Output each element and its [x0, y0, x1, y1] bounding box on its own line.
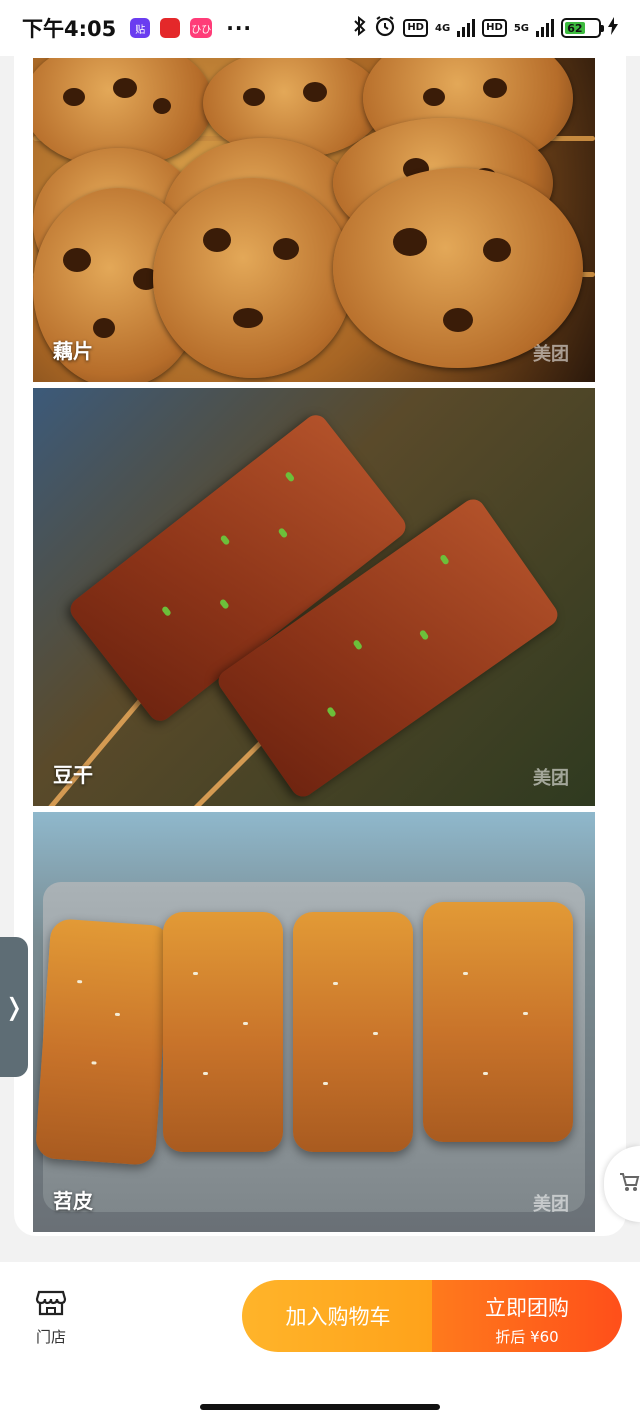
chevron-right-icon: ❭ — [3, 993, 25, 1021]
cart-icon — [618, 1171, 640, 1198]
roll-skewer — [34, 918, 172, 1166]
watermark: 美团 — [533, 1194, 569, 1215]
signal-icon — [457, 19, 476, 37]
network-type: 4G — [434, 22, 451, 34]
notification-app-icon: ひひ — [190, 18, 213, 38]
dish-label: 藕片 — [53, 339, 93, 363]
add-to-cart-button[interactable]: 加入购物车 — [242, 1280, 434, 1352]
discount-price: 折后 ¥60 — [495, 1328, 559, 1346]
dish-label: 豆干 — [53, 763, 93, 787]
hd-icon: HD — [403, 19, 428, 37]
detail-card: 藕片 美团 豆干 美团 苕皮 美团 — [14, 56, 626, 1236]
roll-skewer — [293, 912, 413, 1152]
bottom-action-bar: 门店 加入购物车 立即团购 折后 ¥60 — [0, 1262, 640, 1422]
roll-skewer — [163, 912, 283, 1152]
screen: 下午4:05 贴 ひひ ··· HD 4G HD 5G 62 藕片 美团 豆干 … — [0, 0, 640, 1422]
lotus-slice — [153, 178, 353, 378]
notification-app-icon: 贴 — [130, 18, 151, 38]
alarm-icon — [374, 15, 396, 41]
network-type: 5G — [513, 22, 529, 34]
expand-side-tab[interactable]: ❭ — [0, 937, 28, 1077]
hd-icon: HD — [482, 19, 507, 37]
watermark: 美团 — [533, 344, 569, 365]
home-indicator[interactable] — [200, 1404, 440, 1410]
bluetooth-icon — [353, 15, 367, 40]
status-indicators: HD 4G HD 5G 62 — [353, 15, 618, 41]
store-label: 门店 — [35, 1328, 66, 1346]
dish-label: 苕皮 — [53, 1189, 93, 1213]
watermark: 美团 — [533, 768, 569, 789]
dish-photo[interactable]: 苕皮 美团 — [33, 812, 595, 1232]
battery-icon: 62 — [561, 18, 604, 38]
store-icon — [35, 1286, 67, 1318]
signal-icon — [536, 19, 554, 37]
battery-level: 62 — [565, 22, 585, 35]
roll-skewer — [423, 902, 573, 1142]
dish-photo[interactable]: 藕片 美团 — [33, 58, 595, 382]
store-button[interactable]: 门店 — [26, 1286, 76, 1347]
notification-app-icon — [160, 18, 181, 38]
status-bar: 下午4:05 贴 ひひ ··· HD 4G HD 5G 62 — [0, 0, 640, 56]
dish-photo[interactable]: 豆干 美团 — [33, 388, 595, 806]
group-buy-button[interactable]: 立即团购 折后 ¥60 — [432, 1280, 622, 1352]
more-notifications-icon: ··· — [226, 16, 253, 40]
group-buy-label: 立即团购 — [485, 1296, 569, 1320]
charging-icon — [608, 17, 618, 39]
lotus-slice — [333, 168, 583, 368]
status-time: 下午4:05 — [22, 17, 117, 41]
